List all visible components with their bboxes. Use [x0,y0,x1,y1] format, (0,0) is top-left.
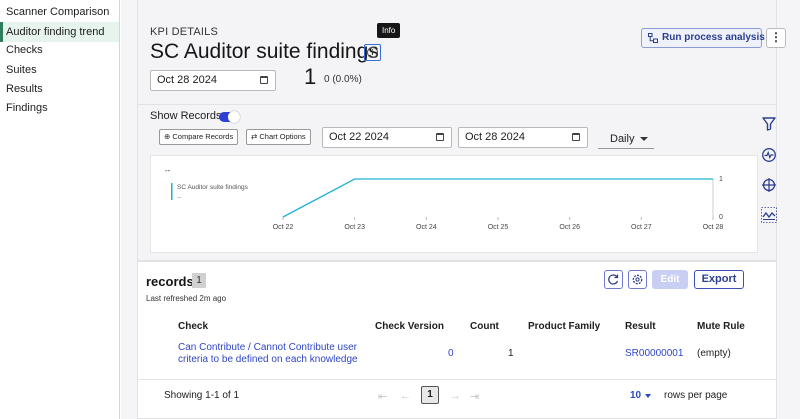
end-date-field[interactable]: Oct 28 2024 [458,127,588,148]
count-cell: 1 [508,348,514,359]
refresh-button[interactable] [604,270,623,289]
x-tick-label: Oct 22 [273,224,294,231]
run-process-analysis-button[interactable]: Run process analysis [641,28,765,48]
column-header-result[interactable]: Result [625,321,656,332]
x-tick-label: Oct 24 [416,224,437,231]
kpi-value: 1 [304,64,317,89]
sidebar-item-checks[interactable]: Checks [0,40,119,60]
info-tooltip: Info [377,23,401,38]
chart-options-button[interactable]: ⇄ Chart Options [246,129,311,145]
page-title: SC Auditor suite findings [150,40,379,63]
trend-compare-icon[interactable] [761,207,777,223]
chart-area: -- SC Auditor suite findings -- 1 0 Oct 22 Oct… [150,155,758,253]
legend-label: SC Auditor suite findings [177,184,249,191]
compare-records-label: Compare Records [172,132,234,141]
end-date-value: Oct 28 2024 [465,131,525,143]
check-link[interactable]: Can Contribute / Cannot Contribute user … [178,342,368,366]
interval-select[interactable]: Daily [598,129,654,149]
records-panel: records 1 Last refreshed 2m ago Edit Exp… [137,261,777,419]
line-chart: -- SC Auditor suite findings -- 1 0 Oct 22 Oct… [165,166,724,231]
calendar-icon [436,133,444,141]
sidebar-item-suites[interactable]: Suites [0,60,119,80]
more-options-button[interactable]: ⋮ [766,28,786,48]
rows-per-page-select[interactable]: 10 [630,390,641,401]
crosshair-icon[interactable] [761,177,777,193]
info-icon: i [367,47,378,58]
process-icon [648,33,658,43]
sidebar-item-auditor-finding-trend[interactable]: Auditor finding trend [0,22,119,42]
y-tick-label: 0 [719,214,723,221]
prev-page-icon[interactable]: ← [400,390,411,402]
x-tick-label: Oct 28 [703,224,724,231]
column-header-count[interactable]: Count [470,321,499,332]
sidebar: Scanner Comparison Auditor finding trend… [0,0,120,419]
gear-icon [632,274,643,285]
sidebar-item-results[interactable]: Results [0,79,119,99]
legend-swatch [171,183,173,200]
series-line [282,178,713,218]
column-header-check-version[interactable]: Check Version [375,321,444,332]
kpi-date-value: Oct 28 2024 [157,74,217,86]
chart-panel: Show Records ⊕ Compare Records ⇄ Chart O… [137,105,777,261]
column-header-product-family[interactable]: Product Family [528,321,600,332]
refresh-icon [608,274,619,285]
last-page-icon[interactable]: ⇥ [470,390,479,403]
current-page-button[interactable]: 1 [421,386,439,404]
x-tick-label: Oct 25 [488,224,509,231]
last-refreshed-text: Last refreshed 2m ago [146,294,227,303]
info-button[interactable]: i [364,44,381,61]
pagination-summary: Showing 1-1 of 1 [164,390,240,401]
kpi-header: KPI DETAILS SC Auditor suite findings i … [137,0,786,105]
kpi-change: 0 (0.0%) [324,74,362,85]
chevron-down-icon [640,137,648,141]
y-tick-label: 1 [719,176,723,183]
column-header-check[interactable]: Check [178,321,208,332]
records-title: records [146,274,194,289]
pagination-bar: Showing 1-1 of 1 ⇤ ← 1 → ⇥ 10 rows per p… [138,379,776,419]
start-date-field[interactable]: Oct 22 2024 [322,127,452,148]
export-button[interactable]: Export [694,270,744,289]
kpi-label: KPI DETAILS [150,26,219,38]
chevron-down-icon[interactable] [645,394,651,398]
calendar-icon [260,76,268,84]
x-tick-label: Oct 27 [631,224,652,231]
rows-per-page-label: rows per page [664,390,728,401]
result-link[interactable]: SR00000001 [625,348,683,359]
show-records-toggle[interactable] [219,111,240,123]
filter-icon[interactable] [761,116,777,132]
chart-options-label: Chart Options [259,132,306,141]
sidebar-item-scanner-comparison[interactable]: Scanner Comparison [0,2,119,22]
calendar-icon [572,133,580,141]
mute-rule-cell: (empty) [697,348,731,359]
sidebar-item-findings[interactable]: Findings [0,98,119,118]
first-page-icon[interactable]: ⇤ [378,390,387,403]
next-page-icon[interactable]: → [450,390,461,402]
show-records-label: Show Records [150,110,222,122]
records-count-badge: 1 [192,273,206,288]
settings-button[interactable] [628,270,647,289]
check-version-link[interactable]: 0 [448,348,454,359]
start-date-value: Oct 22 2024 [329,131,389,143]
main-content: KPI DETAILS SC Auditor suite findings i … [121,0,800,419]
column-header-mute-rule[interactable]: Mute Rule [697,321,745,332]
compare-records-button[interactable]: ⊕ Compare Records [159,129,239,145]
edit-button[interactable]: Edit [652,270,688,289]
kpi-date-field[interactable]: Oct 28 2024 [150,70,276,91]
x-tick-label: Oct 26 [559,224,580,231]
interval-value: Daily [610,133,635,145]
legend-value: -- [177,194,181,201]
chart-title: -- [165,166,171,175]
run-process-analysis-label: Run process analysis [662,32,765,43]
pulse-icon[interactable] [761,147,777,163]
x-tick-label: Oct 23 [344,224,365,231]
